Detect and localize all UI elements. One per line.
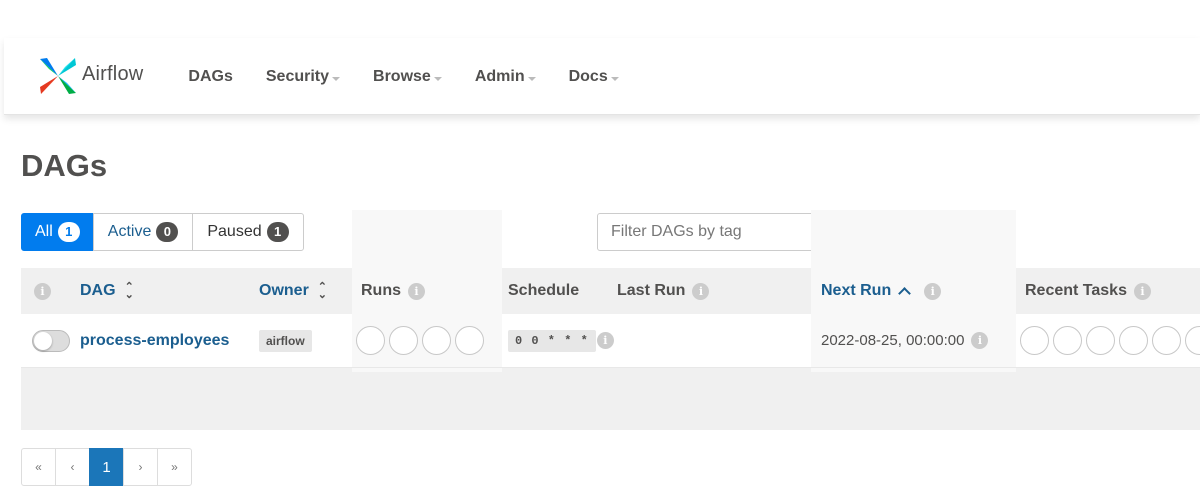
next-page-button[interactable]: › [123, 448, 158, 486]
caret-down-icon [527, 76, 536, 81]
nav-docs[interactable]: Docs [569, 68, 619, 86]
owner-cell: airflow [259, 314, 312, 367]
recent-tasks-cell [1020, 314, 1200, 367]
dags-table: i DAG ⌃ ⌄ Owner ⌃ ⌄ Runs i Schedule Last Run i… [21, 210, 1200, 430]
caret-down-icon [433, 76, 442, 81]
pause-toggle-cell [32, 314, 70, 367]
header-schedule-label: Schedule [508, 282, 580, 299]
run-state-circle[interactable] [455, 326, 484, 355]
run-state-circle[interactable] [356, 326, 385, 355]
page-button-current[interactable]: 1 [89, 448, 124, 486]
nav-dags[interactable]: DAGs [188, 68, 232, 86]
schedule-tag: 0 0 * * * [508, 329, 596, 352]
nav-admin[interactable]: Admin [475, 68, 536, 86]
info-icon[interactable]: i [408, 282, 425, 300]
brand[interactable]: Airflow [37, 55, 143, 97]
navbar: Airflow DAGs Security Browse Admin Docs [4, 38, 1200, 115]
info-icon[interactable]: i [971, 332, 989, 349]
nav-browse[interactable]: Browse [373, 68, 442, 86]
header-dag-label: DAG [80, 282, 116, 299]
task-state-circle[interactable] [1053, 326, 1082, 355]
schedule-cell: 0 0 * * * i [508, 314, 614, 367]
pause-toggle[interactable] [32, 329, 70, 352]
nav-security[interactable]: Security [265, 68, 341, 86]
info-icon[interactable]: i [924, 282, 942, 300]
header-next-run-label: Next Run [821, 282, 892, 299]
table-empty-row [21, 368, 1200, 430]
sort-icon: ⌃ ⌄ [317, 281, 328, 301]
task-state-circle[interactable] [1152, 326, 1181, 355]
header-last-run-label: Last Run [617, 282, 686, 299]
next-run-cell: 2022-08-25, 00:00:00 i [821, 314, 989, 367]
brand-name: Airflow [82, 62, 144, 85]
table-row: process-employees airflow 0 0 * * * i 202… [21, 314, 1200, 368]
task-state-circle[interactable] [1020, 326, 1049, 355]
caret-down-icon [332, 76, 341, 81]
sort-icon: ⌃ ⌄ [124, 281, 134, 301]
sort-ascending-icon [898, 286, 912, 300]
task-state-circle[interactable] [1086, 326, 1115, 355]
last-page-button[interactable]: » [157, 448, 192, 486]
caret-down-icon [610, 76, 619, 81]
filter-paused-label: Paused [207, 223, 262, 240]
count-badge: 0 [156, 222, 179, 242]
first-page-button[interactable]: « [21, 448, 56, 486]
page-title: DAGs [21, 148, 108, 183]
count-badge: 1 [57, 222, 80, 242]
info-icon[interactable]: i [596, 332, 614, 349]
task-state-circle[interactable] [1119, 326, 1148, 355]
prev-page-button[interactable]: ‹ [55, 448, 90, 486]
header-runs-label: Runs [361, 282, 401, 299]
dag-id-cell: process-employees [80, 314, 229, 367]
nav-admin-label: Admin [474, 68, 525, 85]
run-state-circle[interactable] [422, 326, 451, 355]
pagination: « ‹ 1 › » [21, 448, 192, 486]
run-state-circle[interactable] [389, 326, 418, 355]
header-recent-tasks-label: Recent Tasks [1025, 282, 1127, 299]
info-icon[interactable]: i [34, 282, 51, 300]
airflow-logo-icon [40, 58, 76, 94]
dag-link[interactable]: process-employees [80, 332, 229, 350]
task-state-circle[interactable] [1185, 326, 1200, 355]
nav-menu: DAGs Security Browse Admin Docs [188, 68, 651, 86]
nav-security-label: Security [265, 68, 330, 85]
header-owner-label: Owner [259, 282, 309, 299]
runs-cell [356, 314, 488, 367]
table-header: i DAG ⌃ ⌄ Owner ⌃ ⌄ Runs i Schedule Last Run i… [21, 210, 1200, 372]
info-icon[interactable]: i [1133, 282, 1151, 300]
nav-docs-label: Docs [568, 68, 608, 85]
owner-tag[interactable]: airflow [259, 329, 312, 352]
info-icon[interactable]: i [692, 282, 710, 300]
next-run-value: 2022-08-25, 00:00:00 [821, 332, 965, 349]
nav-dags-label: DAGs [188, 68, 233, 85]
nav-browse-label: Browse [373, 68, 431, 85]
